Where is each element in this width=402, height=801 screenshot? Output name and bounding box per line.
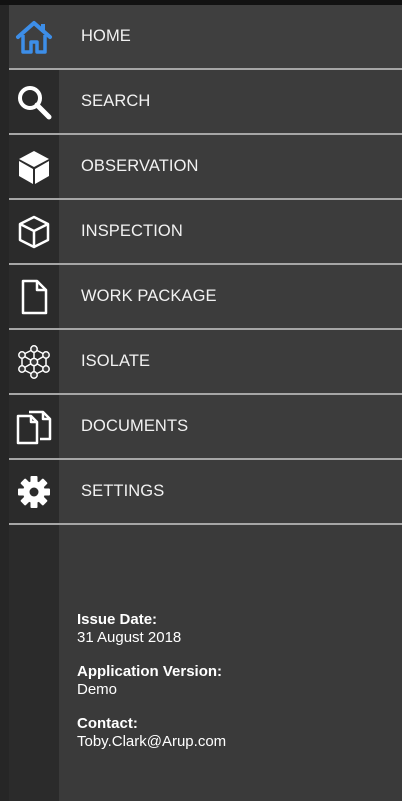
issue-date-value: 31 August 2018 bbox=[77, 629, 182, 646]
menu-label-home: HOME bbox=[81, 27, 131, 45]
side-menu: HOME SEARCH OBSERVATION INSPECTION WORK … bbox=[9, 5, 402, 525]
menu-item-observation[interactable]: OBSERVATION bbox=[9, 135, 402, 200]
version-block: Application Version: Demo bbox=[77, 663, 387, 699]
menu-item-home[interactable]: HOME bbox=[9, 5, 402, 70]
menu-label-isolate: ISOLATE bbox=[81, 352, 151, 370]
menu-label-work-package: WORK PACKAGE bbox=[81, 287, 217, 305]
app-info-panel: Issue Date: 31 August 2018 Application V… bbox=[77, 611, 387, 767]
contact-label: Contact: bbox=[77, 715, 138, 732]
network-icon bbox=[9, 330, 59, 393]
search-icon bbox=[9, 70, 59, 133]
cube-solid-icon bbox=[9, 135, 59, 198]
menu-item-documents[interactable]: DOCUMENTS bbox=[9, 395, 402, 460]
document-icon bbox=[9, 265, 59, 328]
issue-date-label: Issue Date: bbox=[77, 611, 158, 628]
menu-label-documents: DOCUMENTS bbox=[81, 417, 189, 435]
version-value: Demo bbox=[77, 681, 118, 698]
left-edge-rail bbox=[0, 5, 9, 801]
issue-date-block: Issue Date: 31 August 2018 bbox=[77, 611, 387, 647]
menu-item-work-package[interactable]: WORK PACKAGE bbox=[9, 265, 402, 330]
contact-block: Contact: Toby.Clark@Arup.com bbox=[77, 715, 387, 751]
menu-label-settings: SETTINGS bbox=[81, 482, 165, 500]
menu-item-inspection[interactable]: INSPECTION bbox=[9, 200, 402, 265]
version-label: Application Version: bbox=[77, 663, 223, 680]
cube-outline-icon bbox=[9, 200, 59, 263]
menu-label-observation: OBSERVATION bbox=[81, 157, 199, 175]
home-icon bbox=[9, 5, 59, 68]
menu-item-settings[interactable]: SETTINGS bbox=[9, 460, 402, 525]
documents-icon bbox=[9, 395, 59, 458]
menu-label-search: SEARCH bbox=[81, 92, 151, 110]
menu-item-search[interactable]: SEARCH bbox=[9, 70, 402, 135]
gear-icon bbox=[9, 460, 59, 523]
menu-label-inspection: INSPECTION bbox=[81, 222, 183, 240]
contact-value[interactable]: Toby.Clark@Arup.com bbox=[77, 733, 387, 751]
menu-item-isolate[interactable]: ISOLATE bbox=[9, 330, 402, 395]
